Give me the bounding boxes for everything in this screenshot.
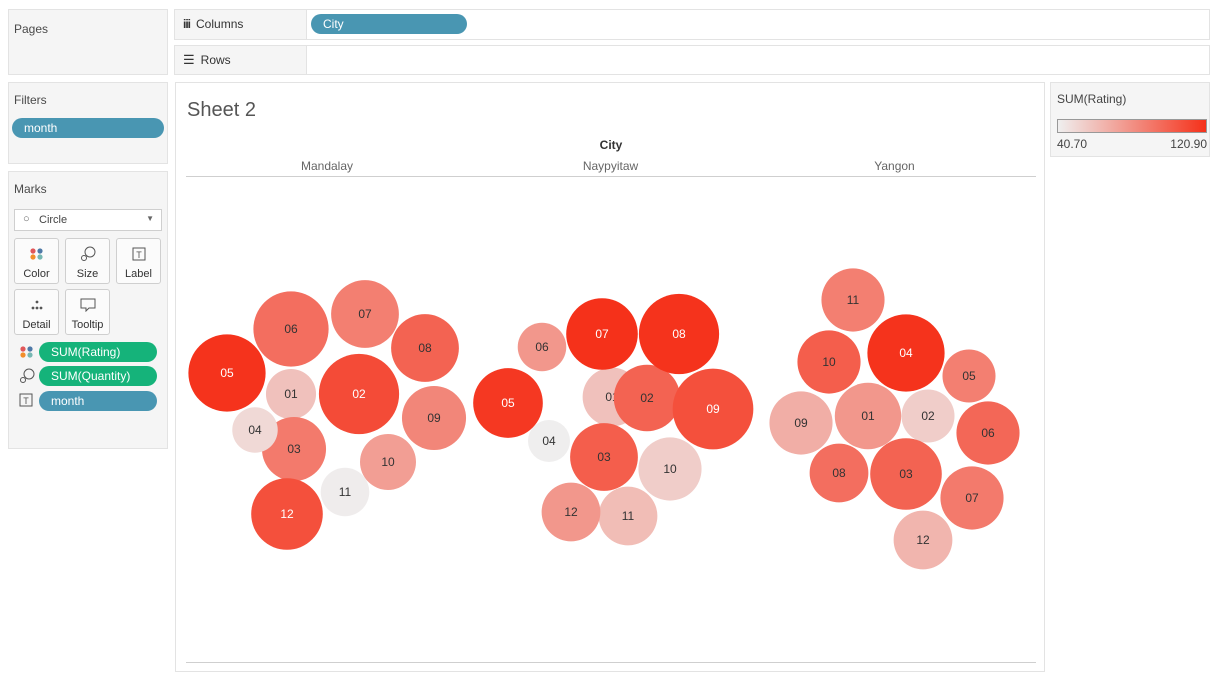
detail-button[interactable]: Detail <box>14 289 59 335</box>
field-month-pill[interactable]: month <box>39 391 157 411</box>
columns-label: Columns <box>196 17 244 31</box>
bubble-label-naypyitaw-12: 12 <box>564 505 578 519</box>
sheet-view: Sheet 2 City Mandalay Naypyitaw Yangon 0… <box>175 82 1045 672</box>
svg-text:T: T <box>136 250 142 260</box>
bubble-label-yangon-03: 03 <box>899 467 913 481</box>
color-dots-icon <box>19 345 35 364</box>
bubble-label-mandalay-02: 02 <box>352 387 366 401</box>
tooltip-label: Tooltip <box>71 319 104 331</box>
circle-mark-icon: ○ <box>23 213 30 225</box>
color-label: Color <box>23 268 50 280</box>
rows-icon: ☰ <box>183 52 195 67</box>
filters-card: Filters month <box>8 82 168 164</box>
bubble-label-mandalay-09: 09 <box>427 411 441 425</box>
marks-card: Marks ○ Circle ▼ Color Size T Label Deta… <box>8 171 168 449</box>
bubble-label-yangon-08: 08 <box>832 466 846 480</box>
label-label: Label <box>125 268 152 280</box>
bubble-label-mandalay-05: 05 <box>220 366 234 380</box>
mark-type-dropdown[interactable]: ○ Circle ▼ <box>14 209 162 231</box>
bubble-group-yangon: 01 02 03 04 05 06 07 08 09 10 11 12 <box>769 268 1020 570</box>
bubble-group-naypyitaw: 01 020304050607 0809101112 <box>473 293 754 546</box>
bubble-label-yangon-05: 05 <box>962 369 976 383</box>
columns-icon: iii <box>183 17 191 31</box>
filters-title: Filters <box>14 93 47 107</box>
legend-title: SUM(Rating) <box>1057 92 1127 106</box>
detail-icon <box>30 290 44 319</box>
bubble-label-mandalay-04: 04 <box>248 423 262 437</box>
bubble-label-naypyitaw-04: 04 <box>542 434 556 448</box>
pages-title: Pages <box>14 22 49 36</box>
bubble-label-mandalay-10: 10 <box>381 455 395 469</box>
size-label: Size <box>76 268 99 280</box>
size-icon <box>80 239 96 268</box>
color-dots-icon <box>29 239 45 268</box>
size-button[interactable]: Size <box>65 238 110 284</box>
bubble-label-mandalay-07: 07 <box>358 307 372 321</box>
bubble-label-naypyitaw-02: 02 <box>640 391 654 405</box>
columns-city-pill[interactable]: City <box>311 14 467 34</box>
field-sum-quantity-pill[interactable]: SUM(Quantity) <box>39 366 157 386</box>
bubble-label-mandalay-08: 08 <box>418 341 432 355</box>
bubble-chart: 01 02 03 04 05 06 07 08 09 10 11 12 01 02 03 04 05 06 07 08… <box>188 268 1020 570</box>
bubble-label-mandalay-06: 06 <box>284 322 298 336</box>
bubble-label-yangon-07: 07 <box>965 491 979 505</box>
bubble-label-mandalay-03: 03 <box>287 442 301 456</box>
chevron-down-icon: ▼ <box>146 214 154 223</box>
columns-shelf[interactable]: iii Columns City <box>174 9 1210 40</box>
legend-min-label: 40.70 <box>1057 137 1088 151</box>
rows-label: Rows <box>200 53 231 67</box>
svg-text:T: T <box>23 396 29 406</box>
label-icon: T <box>19 393 33 412</box>
label-button[interactable]: T Label <box>116 238 161 284</box>
bubble-label-naypyitaw-07: 07 <box>595 327 609 341</box>
tooltip-button[interactable]: Tooltip <box>65 289 110 335</box>
rows-shelf[interactable]: ☰ Rows <box>174 45 1210 75</box>
bubble-label-naypyitaw-08: 08 <box>672 327 686 341</box>
marks-title: Marks <box>14 182 47 196</box>
bubble-label-naypyitaw-05: 05 <box>501 396 515 410</box>
bubble-label-yangon-04: 04 <box>899 346 913 360</box>
bubble-label-naypyitaw-10: 10 <box>663 462 677 476</box>
bubble-label-yangon-09: 09 <box>794 416 808 430</box>
legend-gradient <box>1057 119 1207 133</box>
bubble-label-naypyitaw-09: 09 <box>706 402 720 416</box>
filter-month-pill[interactable]: month <box>12 118 164 138</box>
bubble-label-naypyitaw-03: 03 <box>597 450 611 464</box>
label-icon: T <box>132 239 146 268</box>
color-button[interactable]: Color <box>14 238 59 284</box>
bubble-label-yangon-06: 06 <box>981 426 995 440</box>
bubble-label-yangon-01: 01 <box>861 409 875 423</box>
bubble-group-mandalay: 01 02 03 04 05 06 07 08 09 10 11 12 <box>188 280 467 550</box>
bubble-label-yangon-12: 12 <box>916 533 930 547</box>
detail-label: Detail <box>22 319 51 331</box>
bubble-label-yangon-10: 10 <box>822 355 836 369</box>
bubble-label-yangon-02: 02 <box>921 409 935 423</box>
tooltip-icon <box>80 290 96 319</box>
legend-max-label: 120.90 <box>1170 137 1207 151</box>
field-sum-rating-pill[interactable]: SUM(Rating) <box>39 342 157 362</box>
bubble-label-yangon-11: 11 <box>847 293 860 307</box>
mark-type-label: Circle <box>39 214 68 226</box>
bubble-label-mandalay-01: 01 <box>284 387 298 401</box>
bubble-label-mandalay-12: 12 <box>280 507 294 521</box>
color-legend: SUM(Rating) 40.70 120.90 <box>1050 82 1210 157</box>
bubble-label-mandalay-11: 11 <box>339 485 352 499</box>
bubble-label-naypyitaw-11: 11 <box>622 509 635 523</box>
pages-shelf[interactable]: Pages <box>8 9 168 75</box>
bubble-label-naypyitaw-06: 06 <box>535 340 549 354</box>
size-icon <box>19 368 35 389</box>
